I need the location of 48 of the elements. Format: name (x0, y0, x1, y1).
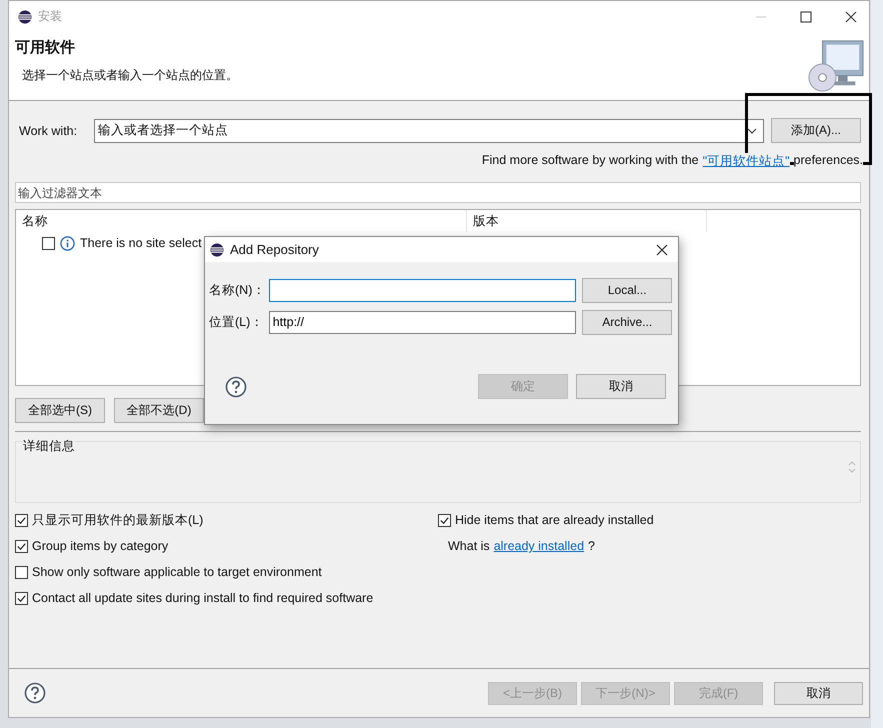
close-icon[interactable] (845, 10, 857, 22)
close-icon[interactable] (656, 244, 668, 256)
dialog-button[interactable]: 取消 (576, 374, 666, 399)
checkbox[interactable] (438, 514, 451, 526)
maximize-icon[interactable] (800, 10, 812, 22)
column-header[interactable]: 名称 (16, 210, 467, 232)
field-label: 位置(L)： (209, 314, 264, 330)
info-icon (60, 236, 75, 250)
select-button[interactable]: 全部选中(S) (15, 398, 105, 423)
option-label: Contact all update sites during install to find required software (32, 591, 374, 605)
field-label: 名称(N)： (209, 282, 266, 298)
option-label: Hide items that are already installed (455, 513, 654, 527)
help-icon[interactable] (225, 376, 247, 398)
wizard-button[interactable]: 取消 (774, 682, 863, 704)
details-title: 详细信息 (23, 438, 75, 455)
column-header[interactable]: 版本 (467, 210, 707, 232)
browse-button[interactable]: Archive... (582, 310, 672, 334)
window-title: 安装 (38, 8, 62, 25)
browse-button[interactable]: Local... (582, 278, 672, 302)
page-title: 可用软件 (15, 38, 76, 57)
table-cell: There is no site select (80, 236, 202, 250)
help-icon[interactable] (24, 682, 46, 704)
eclipse-icon (18, 10, 32, 24)
checkbox[interactable] (15, 514, 28, 526)
site-combo-box[interactable]: 输入或者选择一个站点 (94, 118, 764, 142)
available-sites-link[interactable]: "可用软件站点" (702, 153, 790, 170)
input-field[interactable] (268, 278, 576, 302)
already-installed-link[interactable]: already installed (494, 539, 584, 553)
checkbox[interactable] (42, 236, 55, 250)
filter-field[interactable]: 输入过滤器文本 (15, 182, 861, 203)
add-button[interactable]: 添加(A)... (771, 118, 861, 143)
question-mark-text: ? (588, 539, 595, 553)
page-description: 选择一个站点或者输入一个站点的位置。 (22, 67, 238, 84)
preferences-text: preferences. (794, 153, 863, 170)
option-label: 只显示可用软件的最新版本(L) (32, 512, 204, 528)
select-button[interactable]: 全部不选(D) (114, 398, 204, 423)
checkbox[interactable] (15, 540, 28, 552)
find-more-text: Find more software by working with the (482, 153, 699, 170)
option-label: Show only software applicable to target environment (32, 565, 322, 579)
work-with-label: Work with: (19, 124, 78, 138)
dialog-title: Add Repository (230, 242, 319, 257)
checkbox[interactable] (15, 566, 28, 578)
what-is-text: What is (448, 539, 490, 553)
checkbox[interactable] (15, 592, 28, 604)
input-field[interactable]: http:// (268, 310, 576, 334)
eclipse-icon (210, 242, 224, 256)
option-label: Group items by category (32, 539, 168, 553)
dropdown-caret-icon[interactable] (747, 128, 757, 134)
